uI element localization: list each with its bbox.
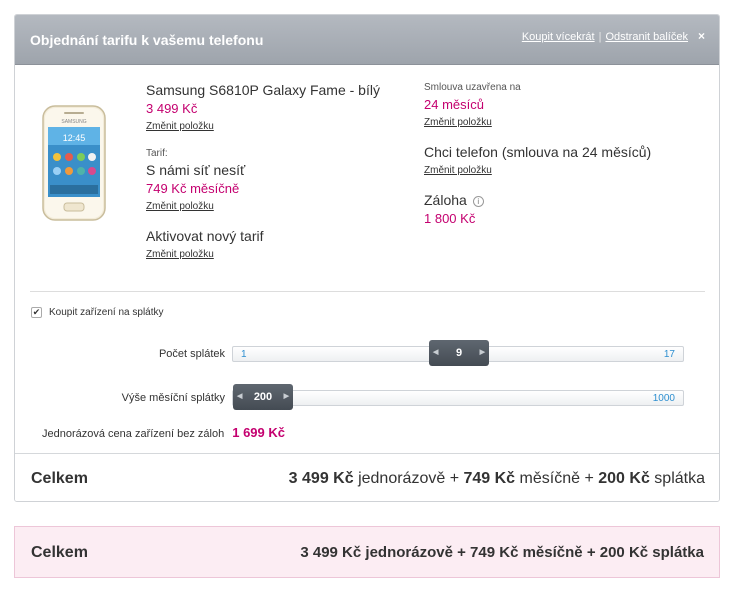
total-one-time: 3 499 Kč — [288, 470, 354, 487]
increase-arrow-icon: ▶ — [479, 349, 485, 356]
total-one-time-suffix: jednorázově — [358, 470, 446, 487]
product-price: 3 499 Kč — [146, 101, 198, 116]
installment-count-max: 17 — [663, 349, 675, 360]
installment-count-thumb[interactable]: ◀ 9 ▶ — [429, 340, 489, 366]
tariff-name: S námi síť nesíť — [146, 162, 246, 178]
buy-more-link[interactable]: Koupit vícekrát — [522, 31, 595, 43]
change-activation-link[interactable]: Změnit položku — [146, 249, 214, 260]
total-monthly: 749 Kč — [463, 470, 516, 487]
monthly-amount-max: 1000 — [652, 393, 675, 404]
activation-name: Aktivovat nový tarif — [146, 228, 264, 244]
tariff-price: 749 Kč měsíčně — [146, 181, 240, 196]
remove-package-link[interactable]: Odstranit balíček — [605, 31, 688, 43]
change-contract-link[interactable]: Změnit položku — [424, 117, 492, 128]
total-plus: + — [584, 470, 594, 487]
grand-total-installment: 200 Kč — [599, 544, 649, 561]
svg-text:SAMSUNG: SAMSUNG — [61, 119, 86, 125]
monthly-amount-thumb[interactable]: ◀ 200 ▶ — [233, 384, 293, 410]
section-divider — [30, 291, 705, 292]
decrease-arrow-icon: ◀ — [237, 393, 243, 400]
installments-checkbox-label: Koupit zařízení na splátky — [49, 307, 164, 318]
total-value: 3 499 Kč jednorázově + 749 Kč měsíčně + … — [289, 470, 705, 488]
contract-block: Smlouva uzavřena na 24 měsíců Změnit pol… — [424, 82, 521, 130]
contract-value: 24 měsíců — [424, 97, 484, 112]
product-name: Samsung S6810P Galaxy Fame - bílý — [146, 82, 380, 98]
total-installment: 200 Kč — [598, 470, 650, 487]
info-icon[interactable]: i — [472, 196, 484, 207]
order-panel: Objednání tarifu k vašemu telefonu Koupi… — [14, 14, 720, 502]
grand-total-value: 3 499 Kč jednorázově + 749 Kč měsíčně + … — [300, 544, 704, 561]
deposit-block: Záloha i 1 800 Kč — [424, 192, 484, 226]
panel-header: Objednání tarifu k vašemu telefonu Koupi… — [15, 15, 719, 65]
installment-count-label: Počet splátek — [158, 348, 225, 360]
close-icon[interactable]: × — [698, 29, 705, 43]
installment-count-min: 1 — [241, 349, 247, 360]
activation-block: Aktivovat nový tarif Změnit položku — [146, 228, 264, 262]
monthly-amount-label: Výše měsíční splátky — [121, 392, 225, 404]
installment-count-slider[interactable]: 1 17 ◀ 9 ▶ — [232, 340, 684, 366]
tariff-block: Tarif: S námi síť nesíť 749 Kč měsíčně Z… — [146, 148, 245, 214]
increase-arrow-icon: ▶ — [283, 393, 289, 400]
link-separator: | — [598, 31, 602, 43]
grand-total-plus: + — [457, 544, 466, 561]
monthly-amount-slider[interactable]: 1000 ◀ 200 ▶ — [232, 384, 684, 410]
total-installment-suffix: splátka — [654, 470, 705, 487]
change-tariff-link[interactable]: Změnit položku — [146, 201, 214, 212]
change-product-link[interactable]: Změnit položku — [146, 121, 214, 132]
deposit-label: Záloha — [424, 192, 467, 208]
total-monthly-suffix: měsíčně — [519, 470, 580, 487]
phone-image: SAMSUNG 12:45 — [42, 105, 106, 221]
decrease-arrow-icon: ◀ — [433, 349, 439, 356]
product-block: Samsung S6810P Galaxy Fame - bílý 3 499 … — [146, 82, 380, 134]
installment-count-value: 9 — [455, 347, 463, 359]
grand-total-plus: + — [586, 544, 596, 561]
contract-label: Smlouva uzavřena na — [424, 82, 521, 93]
grand-total-bar: Celkem 3 499 Kč jednorázově + 749 Kč měs… — [14, 526, 720, 578]
total-plus: + — [449, 470, 460, 487]
grand-total-installment-suffix: splátka — [652, 544, 704, 561]
grand-total-monthly-suffix: měsíčně — [522, 544, 583, 561]
one-time-price-value: 1 699 Kč — [232, 425, 285, 440]
grand-total-one-time: 3 499 Kč — [300, 544, 362, 561]
monthly-amount-value: 200 — [253, 391, 273, 403]
grand-total-one-time-suffix: jednorázově — [365, 544, 453, 561]
panel-title: Objednání tarifu k vašemu telefonu — [30, 32, 264, 48]
phone-option-name: Chci telefon (smlouva na 24 měsíců) — [424, 144, 652, 160]
deposit-value: 1 800 Kč — [424, 211, 476, 226]
installments-option[interactable]: ✔ Koupit zařízení na splátky — [31, 307, 164, 318]
phone-option-block: Chci telefon (smlouva na 24 měsíců) Změn… — [424, 144, 651, 178]
total-label: Celkem — [31, 470, 88, 487]
change-phone-option-link[interactable]: Změnit položku — [424, 165, 492, 176]
deposit-name: Záloha i — [424, 192, 484, 208]
svg-text:12:45: 12:45 — [63, 133, 86, 143]
header-links: Koupit vícekrát | Odstranit balíček × — [522, 29, 705, 43]
one-time-price-label: Jednorázová cena zařízení bez záloh — [42, 428, 225, 440]
tariff-label: Tarif: — [146, 148, 168, 159]
total-row: Celkem 3 499 Kč jednorázově + 749 Kč měs… — [15, 453, 719, 501]
grand-total-monthly: 749 Kč — [470, 544, 519, 561]
one-time-price-row: Jednorázová cena zařízení bez záloh 1 69… — [42, 425, 285, 440]
installments-checkbox[interactable]: ✔ — [31, 307, 42, 318]
grand-total-label: Celkem — [31, 544, 88, 561]
